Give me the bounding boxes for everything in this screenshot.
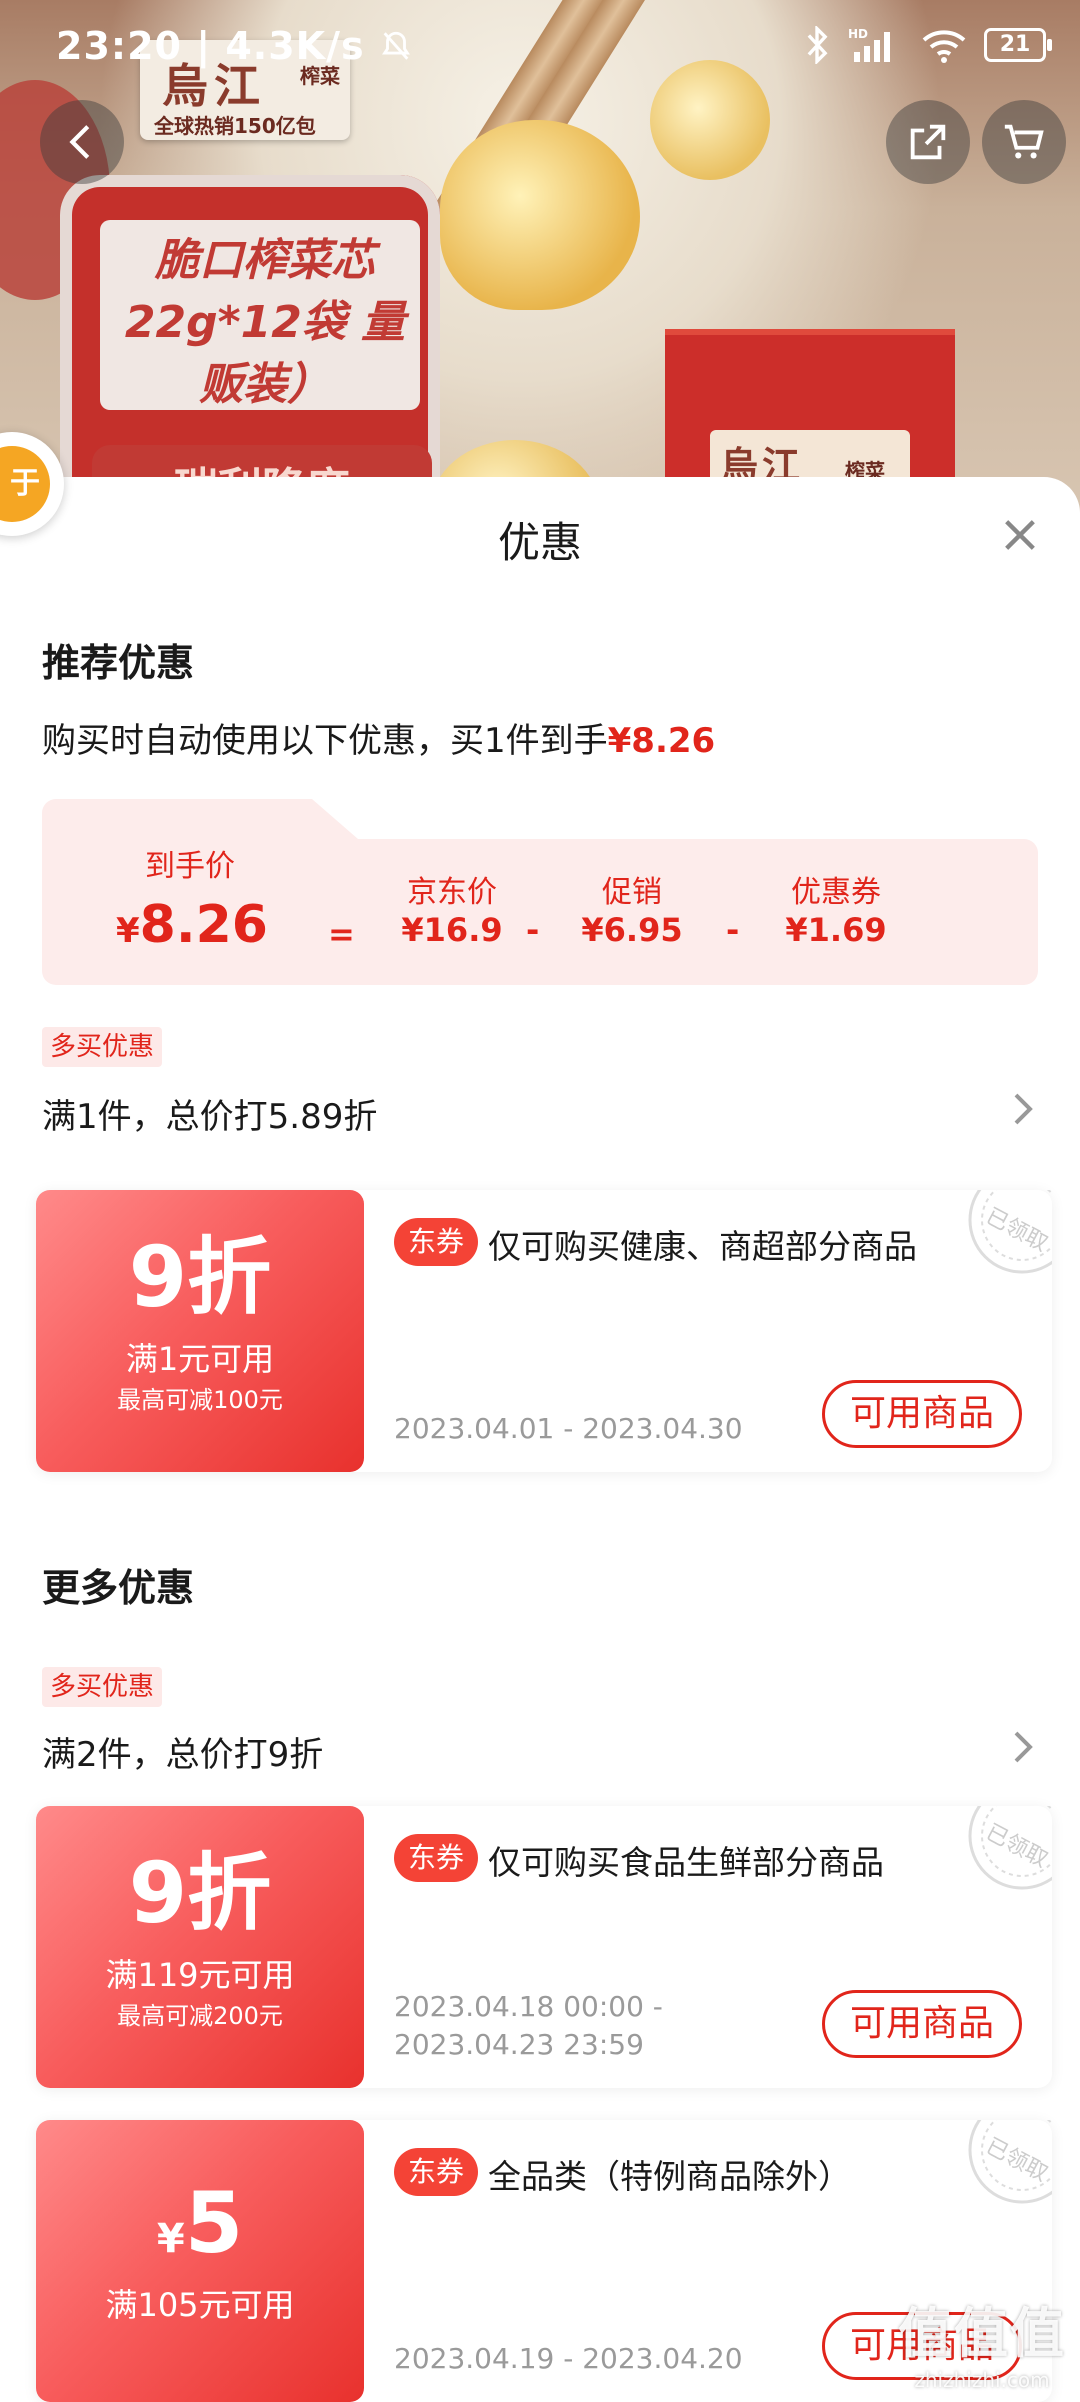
claimed-stamp-text: 已领取 xyxy=(982,1204,1052,1257)
coupon-value-panel: 9折 满1元可用 最高可减100元 xyxy=(36,1190,364,1472)
coupon-description: 仅可购买健康、商超部分商品 xyxy=(488,1227,917,1266)
coupon-value-panel: 9折 满119元可用 最高可减200元 xyxy=(36,1806,364,2088)
multi-buy-rule[interactable]: 满1件，总价打5.89折 xyxy=(42,1089,1038,1138)
coupon-value: ¥1.69 xyxy=(785,911,887,949)
coupon-condition: 满1元可用 xyxy=(125,1340,275,1378)
coupon-value-panel: ¥5 满105元可用 xyxy=(36,2120,364,2402)
price-breakdown-card: 到手价 ¥8.26 = 京东价 ¥16.9 - 促销 ¥6.95 - 优惠券 ¥… xyxy=(42,799,1038,985)
watermark-logo: 值值值 xyxy=(898,2302,1066,2365)
recommended-title: 推荐优惠 xyxy=(42,641,195,685)
claimed-stamp-text: 已领取 xyxy=(982,1820,1052,1873)
equals-sign: = xyxy=(328,915,355,953)
discount-sheet: 优惠 推荐优惠 购买时自动使用以下优惠，买1件到手¥8.26 到手价 ¥8.26… xyxy=(0,477,1080,2402)
recommended-desc-text: 购买时自动使用以下优惠，买1件到手 xyxy=(42,721,608,761)
side-button-label: 于 xyxy=(0,446,50,522)
network-speed: 4.3K/s xyxy=(225,24,365,68)
back-button[interactable] xyxy=(40,100,124,184)
jd-price-label: 京东价 xyxy=(407,875,497,910)
coupon-date-end: 2023.04.23 23:59 xyxy=(394,2028,644,2061)
clock: 23:20 xyxy=(56,24,182,68)
coupon-description: 仅可购买食品生鲜部分商品 xyxy=(488,1843,884,1882)
coupon-value: 9折 xyxy=(128,1228,272,1326)
promo-label: 促销 xyxy=(602,875,662,910)
coupon-max: 最高可减100元 xyxy=(117,1386,283,1414)
claimed-stamp-text: 已领取 xyxy=(982,2134,1052,2187)
hd-signal-icon: HD xyxy=(848,27,890,62)
sheet-title: 优惠 xyxy=(497,518,582,567)
coupon-type-badge: 东券 xyxy=(394,1218,479,1266)
coupon-currency: ¥ xyxy=(156,2216,185,2262)
claimed-stamp-icon: 已领取 xyxy=(968,2120,1052,2204)
multi-buy-tag: 多买优惠 xyxy=(42,1027,163,1067)
coupon-date: 2023.04.19 - 2023.04.20 xyxy=(394,2342,743,2375)
status-bar: 23:20 | 4.3K/s HD 21 xyxy=(0,0,1080,96)
status-time: 23:20 | 4.3K/s xyxy=(56,24,413,68)
watermark: 值值值 zhizhizhi.com xyxy=(898,2289,1066,2392)
multi-buy-tag: 多买优惠 xyxy=(42,1667,163,1707)
jd-price-value: ¥16.9 xyxy=(401,911,503,949)
available-products-button[interactable]: 可用商品 xyxy=(822,1380,1022,1448)
bluetooth-icon xyxy=(807,26,828,64)
status-icons: HD 21 xyxy=(802,26,1052,64)
coupon-condition: 满105元可用 xyxy=(105,2286,295,2324)
wifi-icon xyxy=(922,30,966,63)
coupon-card: 9折 满119元可用 最高可减200元 东券 仅可购买食品生鲜部分商品 2023… xyxy=(36,1806,1052,2088)
available-products-button[interactable]: 可用商品 xyxy=(822,1990,1022,2058)
coupon-amount: 5 xyxy=(184,2174,244,2272)
chevron-right-icon xyxy=(1014,1093,1033,1125)
final-price-value: 8.26 xyxy=(139,895,268,955)
claimed-stamp-icon: 已领取 xyxy=(968,1190,1052,1274)
close-icon[interactable] xyxy=(1000,515,1040,555)
food-piece xyxy=(440,120,640,310)
share-button[interactable] xyxy=(886,100,970,184)
brand-sub: 全球热销150亿包 xyxy=(154,114,316,138)
coupon-max: 最高可减200元 xyxy=(117,2002,283,2030)
final-price-label: 到手价 xyxy=(145,849,235,884)
multi-buy-rule-text: 满1件，总价打5.89折 xyxy=(42,1097,378,1137)
coupon-condition: 满119元可用 xyxy=(105,1956,295,1994)
final-price: ¥8.26 xyxy=(82,895,302,955)
more-title: 更多优惠 xyxy=(42,1566,195,1610)
watermark-url: zhizhizhi.com xyxy=(914,2368,1050,2392)
cart-button[interactable] xyxy=(982,100,1066,184)
promo-value: ¥6.95 xyxy=(581,911,683,949)
coupon-card: 9折 满1元可用 最高可减100元 东券 仅可购买健康、商超部分商品 2023.… xyxy=(36,1190,1052,1472)
coupon-value: 9折 xyxy=(128,1844,272,1942)
recommended-desc-price: ¥8.26 xyxy=(607,721,716,761)
mute-icon xyxy=(381,31,410,60)
minus-sign: - xyxy=(726,911,740,949)
coupon-value: ¥5 xyxy=(36,2178,364,2284)
final-price-currency: ¥ xyxy=(116,911,140,951)
coupon-date: 2023.04.01 - 2023.04.30 xyxy=(394,1412,743,1445)
coupon-label: 优惠券 xyxy=(791,875,881,910)
share-icon xyxy=(910,124,946,160)
claimed-stamp-icon: 已领取 xyxy=(968,1806,1052,1890)
multi-buy-rule-text: 满2件，总价打9折 xyxy=(42,1735,324,1775)
coupon-type-badge: 东券 xyxy=(394,1834,479,1882)
coupon-date-start: 2023.04.18 00:00 - xyxy=(394,1990,663,2023)
coupon-type-badge: 东券 xyxy=(394,2148,479,2196)
pack-text: 脆口榨菜芯 22g*12袋 量贩装） xyxy=(124,235,406,410)
cart-icon xyxy=(1004,124,1044,159)
recommended-desc: 购买时自动使用以下优惠，买1件到手¥8.26 xyxy=(42,713,715,762)
back-icon xyxy=(69,125,90,159)
svg-text:HD: HD xyxy=(848,27,868,41)
chevron-right-icon xyxy=(1014,1731,1033,1763)
multi-buy-rule[interactable]: 满2件，总价打9折 xyxy=(42,1727,1038,1776)
coupon-description: 全品类（特例商品除外） xyxy=(488,2157,851,2196)
battery-icon: 21 xyxy=(984,28,1052,62)
minus-sign: - xyxy=(526,911,540,949)
status-separator: | xyxy=(196,24,226,68)
